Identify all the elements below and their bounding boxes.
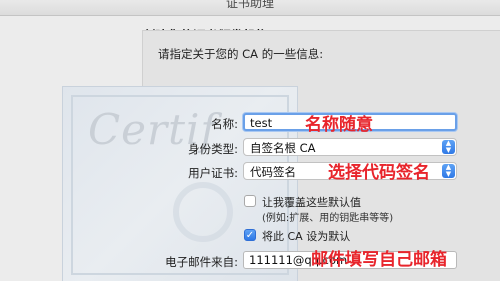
override-defaults-label: 让我覆盖这些默认值 [262,196,361,209]
chevron-updown-icon: ▲ ▼ [442,164,455,178]
user-certificate-value: 代码签名 [250,165,296,179]
identity-type-label: 身份类型: [188,142,238,156]
override-defaults-checkbox[interactable] [244,195,256,207]
make-default-label: 将此 CA 设为默认 [262,230,351,243]
chevron-updown-icon: ▲ ▼ [442,140,455,154]
make-default-checkbox[interactable]: ✓ [244,229,256,241]
name-label: 名称: [211,117,238,131]
annotation-name: 名称随意 [305,115,373,135]
certificate-seal-icon [173,182,233,242]
annotation-certificate: 选择代码签名 [328,163,430,183]
override-defaults-hint: (例如:扩展、用的钥匙串等等) [262,213,394,224]
email-label: 电子邮件来自: [165,255,238,269]
annotation-email: 邮件填写自己邮箱 [311,250,447,270]
instruction-text: 请指定关于您的 CA 的一些信息: [158,47,324,61]
user-certificate-label: 用户证书: [188,166,238,180]
identity-type-select[interactable]: 自签名根 CA ▲ ▼ [243,138,457,156]
identity-type-value: 自签名根 CA [250,141,316,155]
title-bar: 证书助理 [0,0,500,16]
window-title: 证书助理 [225,0,274,10]
